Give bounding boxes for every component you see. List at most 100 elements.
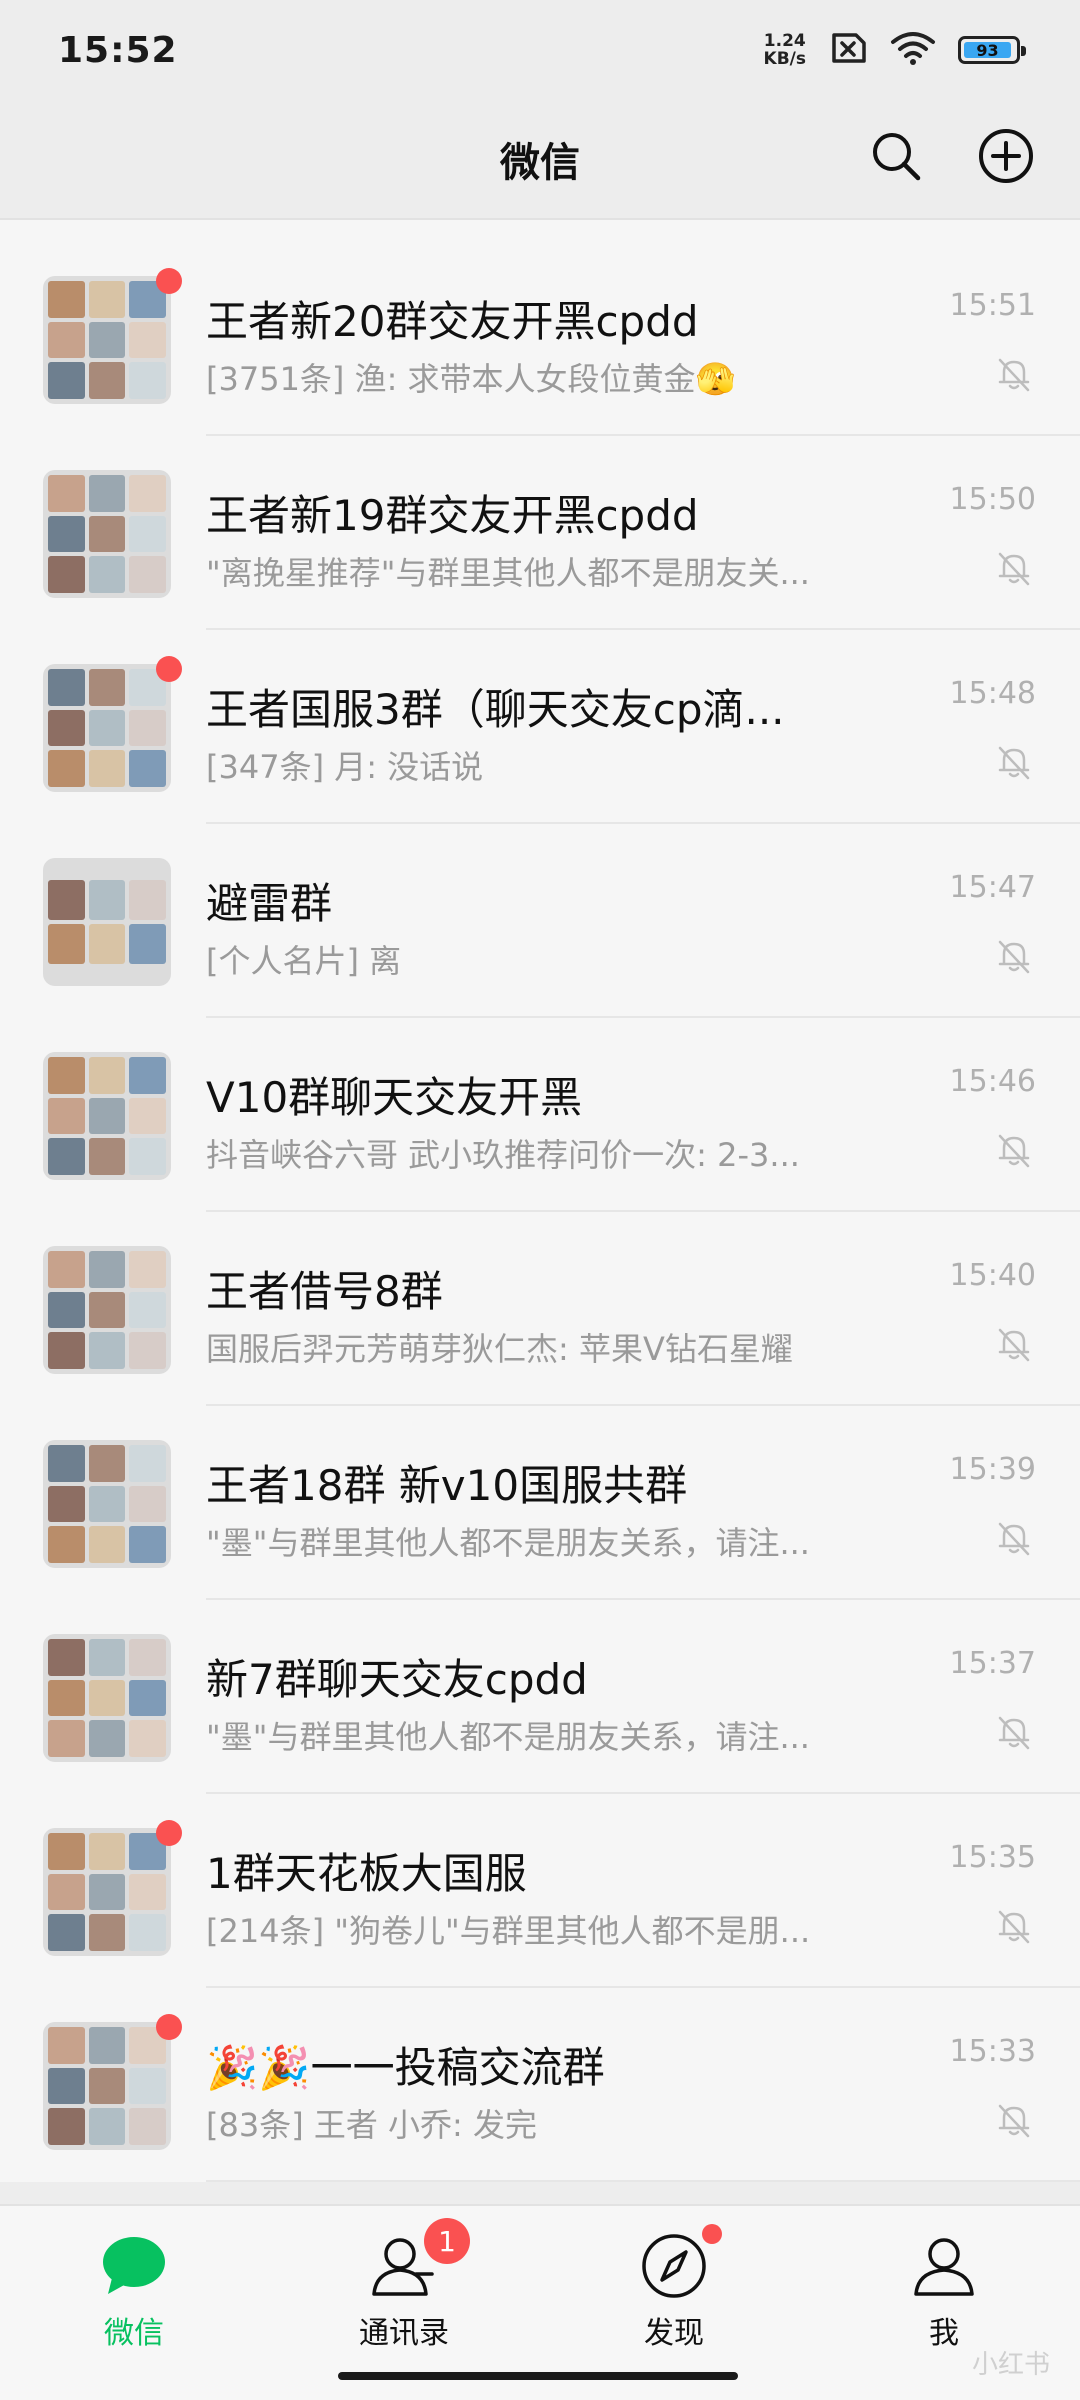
network-speed: 1.24 KB/s	[764, 32, 806, 68]
avatar-tile	[129, 1291, 166, 1329]
mute-bell-icon	[998, 2104, 1030, 2138]
group-avatar	[43, 276, 171, 404]
avatar-tile	[88, 709, 126, 747]
home-indicator[interactable]	[338, 2372, 738, 2380]
chat-title: 王者国服3群（聊天交友cp滴...	[206, 685, 785, 734]
avatar-tile	[48, 1720, 85, 1757]
avatar-tile	[129, 750, 166, 787]
avatar-tile	[88, 2108, 126, 2145]
group-avatar	[43, 858, 171, 986]
tab-contacts[interactable]: 1 通讯录	[304, 2218, 504, 2360]
tab-me[interactable]: 我	[844, 2230, 1044, 2360]
tab-contacts-label: 通讯录	[359, 2316, 449, 2351]
chat-row[interactable]: 王者借号8群 国服后羿元芳萌芽狄仁杰: 苹果V钻石星耀 15:40	[0, 1212, 1080, 1406]
chat-title: 1群天花板大国服	[206, 1849, 527, 1898]
chat-row[interactable]: 避雷群 [个人名片] 离 15:47	[0, 824, 1080, 1018]
mute-bell-icon	[998, 552, 1030, 586]
chat-row[interactable]: 1群天花板大国服 [214条] "狗卷儿"与群里其他人都不是朋... 15:35	[0, 1794, 1080, 1988]
avatar-tile	[48, 475, 85, 512]
avatar-tile	[129, 2108, 166, 2145]
add-button[interactable]	[976, 126, 1036, 186]
unread-dot	[156, 656, 182, 682]
chat-preview: [214条] "狗卷儿"与群里其他人都不是朋...	[206, 1912, 811, 1950]
chat-row[interactable]: V10群聊天交友开黑 抖音峡谷六哥 武小玖推荐问价一次: 2-3... 15:46	[0, 1018, 1080, 1212]
avatar-tile	[48, 1914, 85, 1951]
tab-discover[interactable]: 发现	[574, 2224, 774, 2360]
avatar-tile	[88, 1251, 126, 1288]
avatar-tile	[48, 1526, 85, 1563]
list-top-spacer	[0, 220, 1080, 242]
avatar-tile	[129, 1445, 166, 1482]
group-avatar	[43, 664, 171, 792]
tab-chats[interactable]: 微信	[34, 2230, 234, 2360]
avatar-tile	[129, 1251, 166, 1288]
avatar-tile	[88, 1526, 126, 1563]
avatar-tile	[48, 1873, 85, 1911]
no-sim-icon	[828, 31, 868, 69]
chat-time: 15:39	[949, 1452, 1036, 1487]
avatar-tile	[88, 321, 126, 359]
wechat-screen: 15:52 1.24 KB/s 93 微信 王者新20群交友开黑cpdd [37…	[0, 0, 1080, 2400]
avatar-tile	[129, 1138, 166, 1175]
avatar-tile	[129, 1873, 166, 1911]
contacts-icon: 1	[368, 2218, 470, 2302]
chat-title: 避雷群	[206, 879, 333, 928]
status-indicators: 1.24 KB/s 93	[764, 30, 1026, 70]
mute-bell-icon	[998, 746, 1030, 780]
avatar-tile	[48, 281, 85, 318]
avatar-tile	[88, 281, 126, 318]
avatar-tile	[88, 1291, 126, 1329]
chat-row[interactable]: 王者18群 新v10国服共群 "墨"与群里其他人都不是朋友关系，请注... 15:3…	[0, 1406, 1080, 1600]
avatar-tile	[88, 1097, 126, 1135]
avatar-tile	[48, 1057, 85, 1094]
chat-row[interactable]: 王者国服3群（聊天交友cp滴... [347条] 月: 没话说 15:48	[0, 630, 1080, 824]
avatar-tile	[48, 1639, 85, 1676]
avatar-tile	[88, 669, 126, 706]
chat-row[interactable]: 王者新19群交友开黑cpdd "离挽星推荐"与群里其他人都不是朋友关... 15:5…	[0, 436, 1080, 630]
avatar-tile	[48, 1291, 85, 1329]
group-avatar	[43, 1634, 171, 1762]
avatar-tile	[88, 1332, 126, 1369]
chat-preview: "离挽星推荐"与群里其他人都不是朋友关...	[206, 554, 810, 592]
avatar-tile	[48, 924, 85, 964]
header-actions	[866, 126, 1036, 186]
discover-dot	[702, 2224, 722, 2244]
avatar-tile	[88, 362, 126, 399]
group-avatar	[43, 1246, 171, 1374]
chat-time: 15:48	[949, 676, 1036, 711]
chat-row[interactable]: 🎉🎉一一投稿交流群 [83条] 王者 小乔: 发完 15:33	[0, 1988, 1080, 2182]
chat-time: 15:51	[949, 288, 1036, 323]
tab-me-label: 我	[929, 2316, 959, 2351]
chat-time: 15:50	[949, 482, 1036, 517]
avatar-tile	[48, 669, 85, 706]
mute-bell-icon	[998, 358, 1030, 392]
chat-time: 15:46	[949, 1064, 1036, 1099]
chat-preview: [83条] 王者 小乔: 发完	[206, 2106, 537, 2144]
chat-title: 王者新20群交友开黑cpdd	[206, 297, 699, 346]
unread-dot	[156, 2014, 182, 2040]
network-speed-unit: KB/s	[763, 49, 806, 69]
chat-title: 王者新19群交友开黑cpdd	[206, 491, 699, 540]
chat-row[interactable]: 新7群聊天交友cpdd "墨"与群里其他人都不是朋友关系，请注... 15:37	[0, 1600, 1080, 1794]
compass-icon	[638, 2224, 722, 2302]
avatar-tile	[88, 1445, 126, 1482]
avatar-tile	[48, 2067, 85, 2105]
avatar-tile	[48, 880, 85, 920]
avatar-tile	[48, 2108, 85, 2145]
avatar-tile	[129, 1332, 166, 1369]
avatar-tile	[88, 880, 126, 920]
unread-dot	[156, 1820, 182, 1846]
wifi-icon	[890, 30, 936, 70]
chat-preview: "墨"与群里其他人都不是朋友关系，请注...	[206, 1524, 810, 1562]
avatar-tile	[129, 2067, 166, 2105]
avatar-tile	[129, 515, 166, 553]
status-bar: 15:52 1.24 KB/s 93	[0, 0, 1080, 100]
search-button[interactable]	[866, 126, 926, 186]
avatar-tile	[88, 475, 126, 512]
person-icon	[908, 2230, 980, 2302]
avatar-tile	[88, 2067, 126, 2105]
mute-bell-icon	[998, 1134, 1030, 1168]
avatar-tile	[129, 1914, 166, 1951]
battery-level: 93	[964, 41, 1011, 60]
chat-row[interactable]: 王者新20群交友开黑cpdd [3751条] 渔: 求带本人女段位黄金🫣 15:51	[0, 242, 1080, 436]
